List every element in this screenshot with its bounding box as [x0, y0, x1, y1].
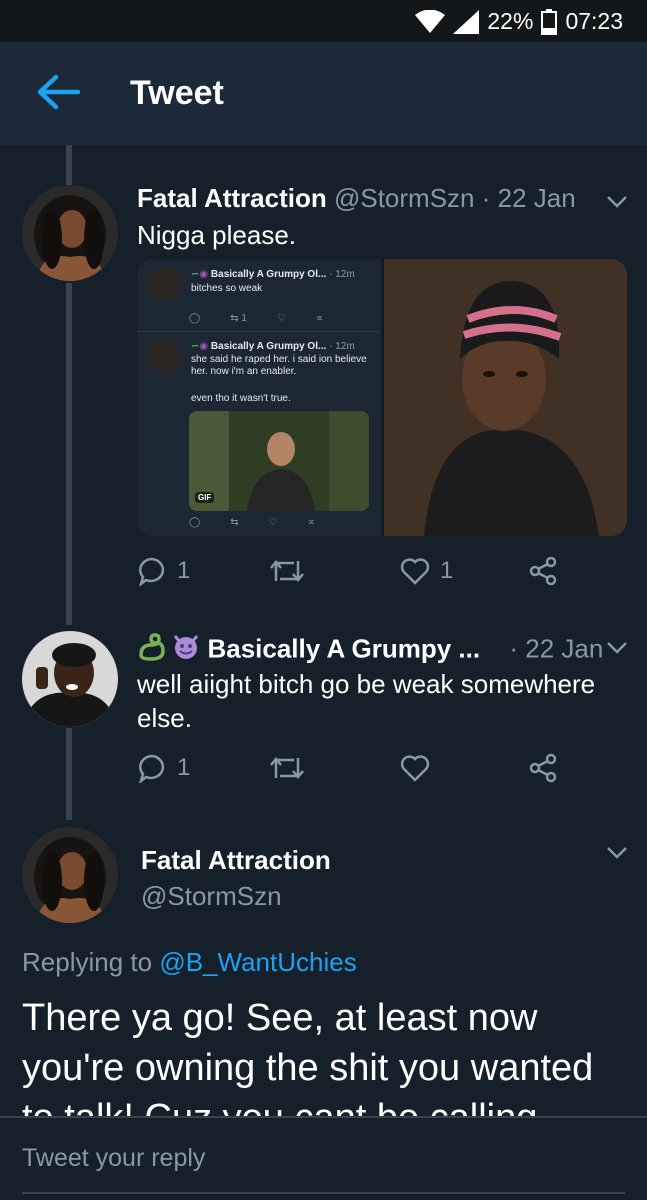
- tweet-text-line: There ya go! See, at least now: [22, 997, 538, 1039]
- retweet-button[interactable]: [270, 556, 400, 586]
- avatar[interactable]: [22, 827, 118, 923]
- share-icon: [529, 556, 557, 586]
- avatar[interactable]: [22, 185, 118, 281]
- gif-image: GIF: [189, 411, 369, 511]
- page-title: Tweet: [130, 74, 224, 112]
- mini-text: she said he raped her. i said ion believ…: [191, 354, 367, 365]
- thread-line: [66, 145, 72, 185]
- mini-share-icon: ∝: [315, 313, 324, 324]
- tweet-text-line: else.: [137, 703, 192, 733]
- battery-percent: 22%: [487, 8, 534, 34]
- gif-badge: GIF: [195, 492, 215, 503]
- reply-composer: Tweet your reply: [0, 1116, 647, 1200]
- mini-name: ∽◉ Basically A Grumpy Ol... · 12m: [191, 341, 355, 352]
- mini-actions: ◯ ⇆ ♡ ∝: [189, 517, 315, 528]
- avatar[interactable]: [22, 631, 118, 727]
- mini-retweet-icon: ⇆ 1: [230, 313, 247, 324]
- screenshot-image[interactable]: ∽◉ Basically A Grumpy Ol... · 12m bitche…: [137, 259, 381, 536]
- back-arrow-icon[interactable]: [36, 74, 80, 110]
- heart-icon: [400, 755, 430, 782]
- tweet-text-line: to talk! Cuz you cant be calling: [22, 1093, 537, 1116]
- devil-emoji-icon: ◉: [199, 269, 209, 280]
- thread-line: [66, 728, 72, 820]
- retweet-icon: [270, 560, 304, 582]
- chevron-down-icon[interactable]: [606, 641, 628, 655]
- tweet-body: There ya go! See, at least now you're ow…: [0, 985, 647, 1116]
- tweet-actions: 1 1: [137, 556, 558, 586]
- mini-text: her. now i'm an enabler.: [191, 366, 297, 377]
- retweet-button[interactable]: [270, 753, 400, 783]
- timestamp: 22 Jan: [525, 633, 604, 664]
- separator: ·: [481, 183, 491, 213]
- mini-text: even tho it wasn't true.: [191, 393, 291, 404]
- tweet-text-line: you're owning the shit you wanted: [22, 1047, 594, 1089]
- media-grid[interactable]: ∽◉ Basically A Grumpy Ol... · 12m bitche…: [137, 259, 627, 536]
- person-photo[interactable]: [384, 259, 627, 536]
- timestamp: 22 Jan: [497, 183, 576, 213]
- chevron-down-icon[interactable]: [606, 846, 628, 860]
- snake-emoji-icon: [137, 633, 165, 668]
- tweet-actions: 1: [137, 753, 558, 783]
- reply-icon: [139, 557, 165, 586]
- tweet-text-line: well aiight bitch go be weak somewhere: [137, 669, 596, 699]
- reply-button[interactable]: 1: [137, 753, 270, 783]
- like-count: 1: [440, 557, 454, 584]
- share-icon: [529, 753, 557, 783]
- mention-link[interactable]: @B_WantUchies: [159, 947, 356, 977]
- like-button[interactable]: [400, 753, 528, 783]
- divider: [22, 1192, 625, 1194]
- handle[interactable]: @StormSzn: [141, 881, 282, 912]
- mini-text: bitches so weak: [191, 283, 263, 294]
- replying-to-label: Replying to: [22, 947, 153, 977]
- mini-avatar: [147, 339, 181, 373]
- status-bar: 22% 07:23: [0, 0, 647, 42]
- handle[interactable]: @StormSzn: [334, 183, 475, 213]
- share-button[interactable]: [528, 556, 558, 586]
- reply-input[interactable]: Tweet your reply: [22, 1144, 205, 1173]
- mini-actions: ◯ ⇆ 1 ♡ ∝: [189, 313, 323, 324]
- tweet-header: Fatal Attraction @StormSzn · 22 Jan: [137, 183, 576, 214]
- mini-like-icon: ♡: [276, 313, 286, 324]
- signal-icon: [453, 9, 480, 34]
- display-name[interactable]: Fatal Attraction: [137, 183, 327, 213]
- display-name[interactable]: Fatal Attraction: [141, 845, 331, 876]
- replying-to: Replying to @B_WantUchies: [22, 947, 357, 978]
- thread-line: [66, 283, 72, 625]
- devil-emoji-icon: [172, 633, 200, 668]
- mini-reply-icon: ◯: [189, 313, 201, 324]
- share-button[interactable]: [528, 753, 558, 783]
- battery-icon: [541, 8, 558, 35]
- display-name[interactable]: Basically A Grumpy ...: [207, 633, 480, 663]
- mini-avatar: [147, 267, 181, 301]
- reply-icon: [139, 754, 165, 783]
- tweet-text: Nigga please.: [137, 220, 296, 250]
- like-button[interactable]: 1: [400, 556, 528, 586]
- chevron-down-icon[interactable]: [606, 195, 628, 209]
- reply-count: 1: [177, 557, 191, 584]
- separator: ·: [509, 633, 518, 664]
- tweet-header: Basically A Grumpy ... · 22 Jan: [137, 633, 603, 668]
- reply-button[interactable]: 1: [137, 556, 270, 586]
- app-bar: Tweet: [0, 42, 647, 145]
- reply-count: 1: [177, 754, 191, 781]
- heart-icon: [400, 558, 430, 585]
- clock: 07:23: [565, 8, 623, 34]
- wifi-icon: [415, 9, 446, 33]
- mini-name: ∽◉ Basically A Grumpy Ol... · 12m: [191, 269, 355, 280]
- retweet-icon: [270, 757, 304, 779]
